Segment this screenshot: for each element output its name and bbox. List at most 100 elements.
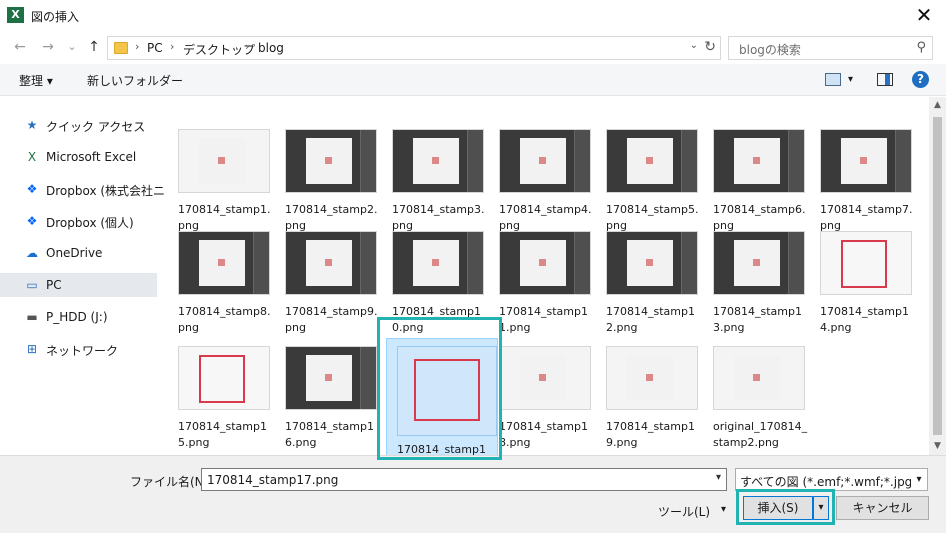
filename-dropdown-icon[interactable]: ▾ (716, 472, 721, 483)
file-thumbnail (178, 129, 270, 193)
tools-label: ツール(L) (658, 505, 711, 519)
file-thumbnail (606, 346, 698, 410)
screenshot-preview (306, 138, 352, 184)
sidebar-item[interactable]: ▭ PC (0, 273, 157, 297)
preview-pane-icon[interactable] (877, 73, 893, 86)
file-item[interactable]: 170814_stamp11.png (493, 231, 596, 361)
cancel-button[interactable]: キャンセル (836, 496, 929, 520)
screenshot-panel (360, 347, 376, 409)
file-thumbnail (713, 129, 805, 193)
screenshot-preview (306, 355, 352, 401)
sidebar-item[interactable]: ❖ Dropbox (個人) (0, 209, 157, 233)
file-item[interactable]: 170814_stamp15.png (172, 346, 275, 455)
scrollbar-thumb[interactable] (933, 117, 942, 435)
file-item[interactable]: 170814_stamp14.png (814, 231, 917, 361)
screenshot-panel (788, 232, 804, 294)
sidebar-item-label: Dropbox (株式会社ニ (46, 184, 166, 198)
file-name: 170814_stamp9.png (285, 305, 378, 334)
filename-input[interactable]: 170814_stamp17.png ▾ (201, 468, 727, 491)
screenshot-panel (681, 130, 697, 192)
sidebar-item-icon: ❖ (26, 182, 38, 196)
close-icon[interactable]: ✕ (910, 2, 938, 28)
selected-file-highlight (377, 317, 502, 460)
breadcrumb-separator-icon: › (170, 40, 175, 53)
vertical-scrollbar[interactable]: ▲ ▼ (929, 97, 946, 455)
file-name: 170814_stamp8.png (178, 305, 271, 334)
screenshot-panel (467, 232, 483, 294)
sidebar-item-icon: ❖ (26, 214, 38, 228)
address-bar[interactable]: › PC › デスクトップ › blog ⌄ ↻ (107, 36, 721, 60)
screenshot-preview (627, 138, 673, 184)
screenshot-preview (413, 240, 459, 286)
file-thumbnail (713, 231, 805, 295)
file-thumbnail (820, 129, 912, 193)
screenshot-preview (520, 138, 566, 184)
back-arrow-icon[interactable]: ← (10, 37, 30, 57)
screenshot-preview (734, 355, 780, 401)
organize-menu-button[interactable]: 整理 ▾ (19, 72, 53, 89)
sidebar-item-icon: ▭ (26, 278, 38, 292)
change-view-icon[interactable] (825, 73, 841, 86)
search-placeholder: blogの検索 (739, 43, 801, 57)
file-thumbnail (713, 346, 805, 410)
sidebar-item[interactable]: X Microsoft Excel (0, 145, 157, 169)
screenshot-preview (734, 138, 780, 184)
filename-value: 170814_stamp17.png (207, 473, 339, 487)
scroll-up-arrow-icon[interactable]: ▲ (929, 97, 946, 114)
file-item[interactable]: 170814_stamp19.png (600, 346, 703, 455)
excel-icon: X (7, 7, 24, 23)
sidebar-item-label: PC (46, 278, 62, 292)
recent-locations-icon[interactable]: ⌄ (62, 37, 82, 57)
file-thumbnail (178, 231, 270, 295)
search-icon[interactable]: ⚲ (916, 40, 926, 55)
tools-dropdown-icon: ▾ (720, 504, 726, 515)
file-type-dropdown-icon[interactable]: ▾ (911, 469, 927, 490)
sidebar-item[interactable]: ❖ Dropbox (株式会社ニ (0, 177, 165, 201)
breadcrumb-blog[interactable]: blog (258, 41, 284, 55)
search-input[interactable]: blogの検索 ⚲ (728, 36, 933, 60)
sidebar-item[interactable]: ★ クイック アクセス (0, 113, 157, 137)
screenshot-preview (306, 240, 352, 286)
file-name: original_170814_stamp2.png (713, 420, 808, 449)
file-item[interactable]: original_170814_stamp2.png (707, 346, 810, 455)
screenshot-panel (574, 232, 590, 294)
forward-arrow-icon[interactable]: → (38, 37, 58, 57)
file-item[interactable]: 170814_stamp13.png (707, 231, 810, 361)
file-item[interactable]: 170814_stamp16.png (279, 346, 382, 455)
file-item[interactable]: 170814_stamp12.png (600, 231, 703, 361)
file-thumbnail (285, 346, 377, 410)
view-options-dropdown-icon[interactable]: ▾ (848, 74, 853, 85)
file-name: 170814_stamp19.png (606, 420, 695, 449)
sidebar-item[interactable]: ☁ OneDrive (0, 241, 157, 265)
up-arrow-icon[interactable]: ↑ (84, 37, 104, 57)
tools-button[interactable]: ツール(L) ▾ (650, 500, 728, 522)
company-seal-stamp (841, 240, 887, 288)
breadcrumb-separator-icon: › (245, 40, 250, 53)
file-type-select[interactable]: すべての図 (*.emf;*.wmf;*.jpg;*.jp ▾ (735, 468, 928, 491)
screenshot-preview (841, 138, 887, 184)
sidebar-item-label: P_HDD (J:) (46, 310, 108, 324)
file-name: 170814_stamp13.png (713, 305, 802, 334)
sidebar-item[interactable]: ▬ P_HDD (J:) (0, 305, 157, 329)
screenshot-panel (360, 232, 376, 294)
file-thumbnail (499, 129, 591, 193)
refresh-icon[interactable]: ↻ (704, 39, 716, 55)
company-seal-stamp (199, 355, 245, 403)
file-item[interactable]: 170814_stamp9.png (279, 231, 382, 361)
scroll-down-arrow-icon[interactable]: ▼ (929, 438, 946, 455)
sidebar-item-icon: ⊞ (26, 342, 38, 356)
help-icon[interactable]: ? (912, 71, 929, 88)
breadcrumb-pc[interactable]: PC (147, 41, 163, 55)
file-thumbnail (606, 129, 698, 193)
file-name: 170814_stamp18.png (499, 420, 588, 449)
screenshot-preview (520, 355, 566, 401)
command-toolbar: 整理 ▾ 新しいフォルダー ▾ ? (0, 64, 946, 96)
sidebar-item-icon: ▬ (26, 310, 38, 324)
new-folder-button[interactable]: 新しいフォルダー (87, 72, 183, 89)
file-item[interactable]: 170814_stamp8.png (172, 231, 275, 361)
screenshot-preview (627, 355, 673, 401)
file-item[interactable]: 170814_stamp18.png (493, 346, 596, 455)
sidebar-item[interactable]: ⊞ ネットワーク (0, 337, 157, 361)
address-dropdown-icon[interactable]: ⌄ (690, 40, 698, 51)
file-name: 170814_stamp7.png (820, 203, 913, 232)
